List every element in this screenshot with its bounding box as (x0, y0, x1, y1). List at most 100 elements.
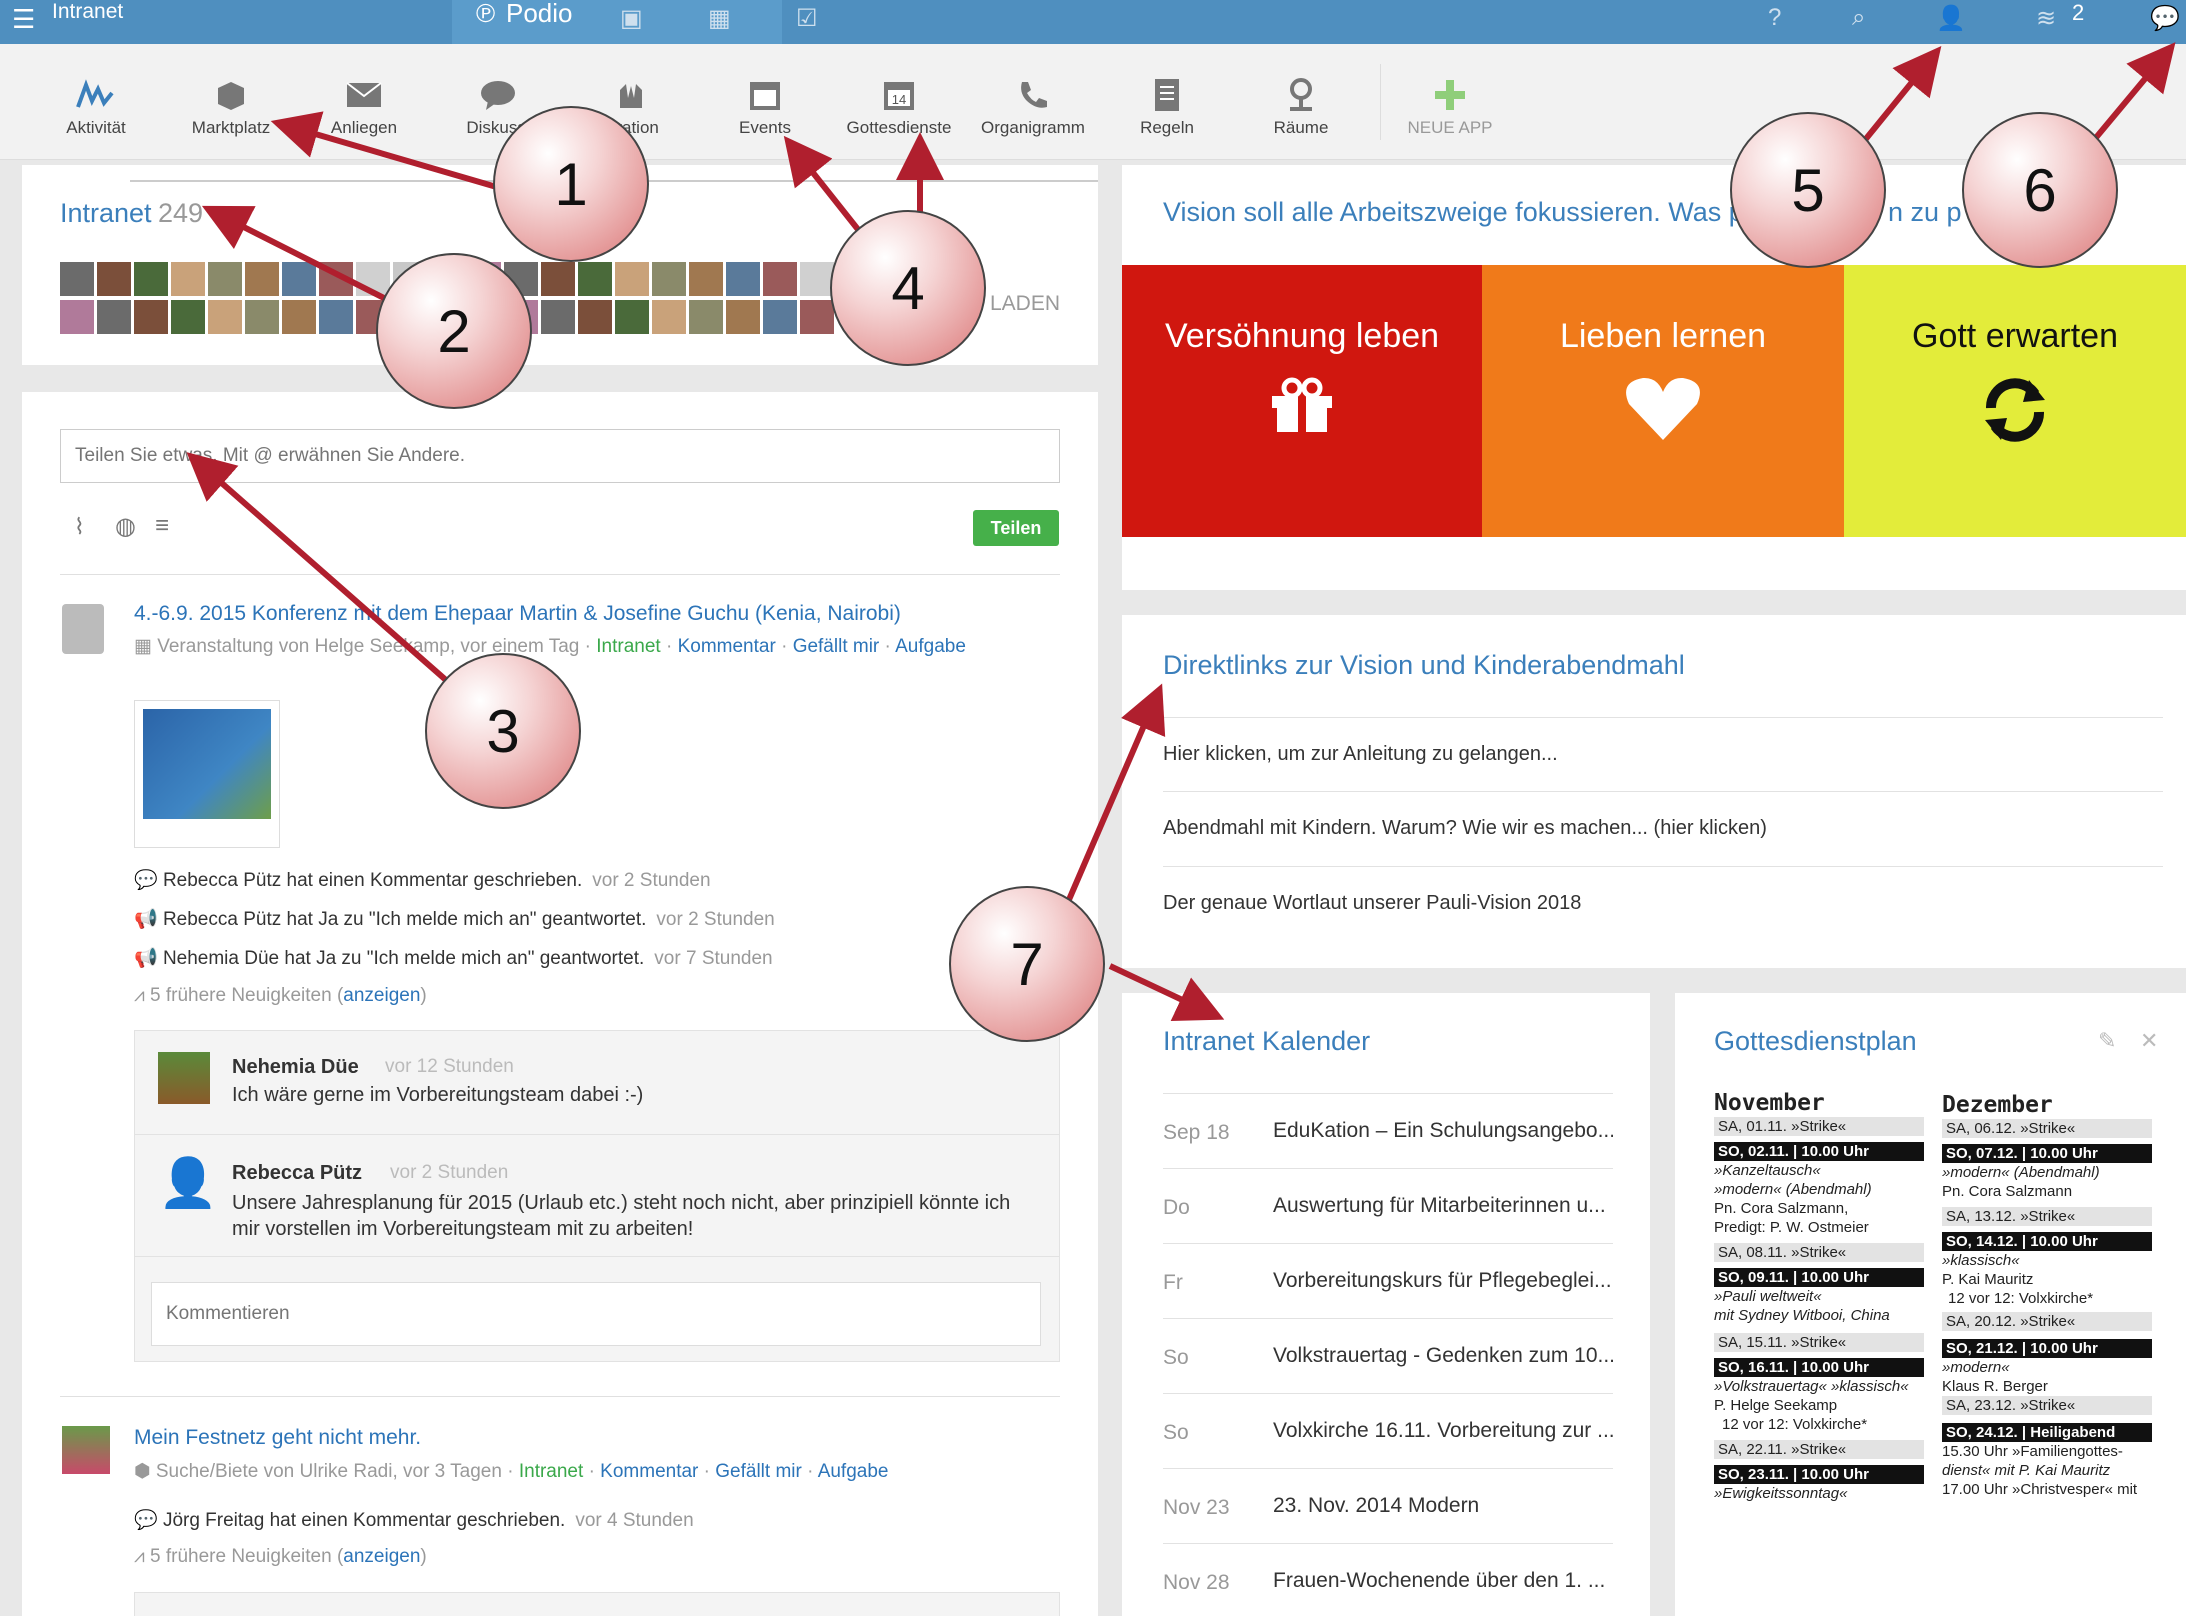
direktlink[interactable]: Hier klicken, um zur Anleitung zu gelang… (1163, 743, 1558, 766)
author-avatar[interactable] (62, 1426, 110, 1474)
app-aktivitaet[interactable]: Aktivität (36, 72, 156, 138)
member-avatar[interactable] (245, 300, 279, 334)
members-title[interactable]: Intranet (60, 198, 152, 229)
like-link[interactable]: Gefällt mir (715, 1461, 802, 1482)
calendar-event[interactable]: Do Auswertung für Mitarbeiterinnen u... (1163, 1169, 1613, 1244)
event-title[interactable]: Vorbereitungskurs für Pflegebeglei... (1273, 1269, 1613, 1293)
author-avatar[interactable] (62, 604, 104, 654)
member-avatar[interactable] (689, 300, 723, 334)
post-title[interactable]: 4.-6.9. 2015 Konferenz mit dem Ehepaar M… (134, 602, 901, 626)
member-avatar[interactable] (763, 300, 797, 334)
comment-input[interactable] (151, 1282, 1041, 1346)
event-title[interactable]: Auswertung für Mitarbeiterinnen u... (1273, 1194, 1613, 1218)
member-avatar[interactable] (652, 300, 686, 334)
member-avatar[interactable] (541, 262, 575, 296)
member-avatar[interactable] (171, 300, 205, 334)
app-events[interactable]: Events (705, 72, 825, 138)
calendar-event[interactable]: So Volxkirche 16.11. Vorbereitung zur ... (1163, 1394, 1613, 1469)
share-input[interactable] (60, 429, 1060, 483)
event-title[interactable]: Volxkirche 16.11. Vorbereitung zur ... (1273, 1419, 1613, 1443)
calendar-event[interactable]: Nov 28 Frauen-Wochenende über den 1. ... (1163, 1544, 1613, 1616)
app-marktplatz[interactable]: Marktplatz (171, 72, 291, 138)
member-avatar[interactable] (689, 262, 723, 296)
comment-link[interactable]: Kommentar (600, 1461, 698, 1482)
direktlink[interactable]: Der genaue Wortlaut unserer Pauli-Vision… (1163, 892, 1581, 915)
direktlinks-title[interactable]: Direktlinks zur Vision und Kinderabendma… (1163, 650, 1685, 681)
load-more-link[interactable]: LADEN (990, 292, 1060, 316)
tasks-icon[interactable]: ☑ (796, 4, 818, 33)
member-avatar[interactable] (800, 262, 834, 296)
event-title[interactable]: 23. Nov. 2014 Modern (1273, 1494, 1613, 1518)
comment-link[interactable]: Kommentar (678, 636, 776, 657)
member-avatar[interactable] (726, 262, 760, 296)
member-avatar[interactable] (319, 300, 353, 334)
event-title[interactable]: EduKation – Ein Schulungsangebo... (1273, 1119, 1613, 1143)
like-link[interactable]: Gefällt mir (793, 636, 880, 657)
space-link[interactable]: Intranet (596, 636, 660, 657)
brand-name[interactable]: Podio (506, 0, 573, 29)
event-title[interactable]: Frauen-Wochenende über den 1. ... (1273, 1569, 1613, 1593)
app-organigramm[interactable]: Organigramm (973, 72, 1093, 138)
member-avatar[interactable] (726, 300, 760, 334)
member-avatar[interactable] (615, 262, 649, 296)
menu-icon[interactable]: ☰ (12, 4, 35, 35)
calendar-event[interactable]: Sep 18 EduKation – Ein Schulungsangebo... (1163, 1094, 1613, 1169)
close-icon[interactable]: ✕ (2140, 1028, 2158, 1054)
show-earlier-link[interactable]: anzeigen (343, 985, 420, 1006)
search-icon[interactable]: ⌕ (1852, 4, 1865, 32)
calendar-event[interactable]: Nov 23 23. Nov. 2014 Modern (1163, 1469, 1613, 1544)
member-avatar[interactable] (60, 300, 94, 334)
comment-author[interactable]: Rebecca Pütz (232, 1162, 362, 1185)
workspace-name[interactable]: Intranet (52, 0, 123, 24)
app-raeume[interactable]: Räume (1241, 72, 1361, 138)
tile-versoehnung[interactable]: Versöhnung leben (1122, 265, 1482, 537)
attachment-icon[interactable]: ⌇ (74, 514, 85, 540)
member-avatar[interactable] (615, 300, 649, 334)
tile-lieben[interactable]: Lieben lernen (1482, 265, 1844, 537)
format-text-icon[interactable]: ≡ (155, 512, 169, 540)
member-avatar[interactable] (800, 300, 834, 334)
podio-logo-icon[interactable]: ℗ (476, 0, 495, 29)
space-link[interactable]: Intranet (519, 1461, 583, 1482)
member-avatar[interactable] (134, 300, 168, 334)
member-avatar[interactable] (763, 262, 797, 296)
chat-icon[interactable]: 💬 (2150, 4, 2180, 33)
member-avatar[interactable] (171, 262, 205, 296)
event-title[interactable]: Volkstrauertag - Gedenken zum 10... (1273, 1344, 1613, 1368)
comment-author[interactable]: Nehemia Düe (232, 1056, 359, 1079)
app-anliegen[interactable]: Anliegen (304, 72, 424, 138)
notification-count[interactable]: 2 (2072, 0, 2084, 26)
attachment-thumbnail[interactable] (134, 700, 280, 848)
member-avatar[interactable] (60, 262, 94, 296)
tile-gott-erwarten[interactable]: Gott erwarten (1844, 265, 2186, 537)
comment-avatar[interactable] (158, 1052, 210, 1104)
direktlink[interactable]: Abendmahl mit Kindern. Warum? Wie wir es… (1163, 817, 1767, 840)
app-gottesdienste[interactable]: 14 Gottesdienste (839, 72, 959, 138)
member-avatar[interactable] (97, 300, 131, 334)
help-icon[interactable]: ? (1768, 4, 1781, 32)
member-avatar[interactable] (652, 262, 686, 296)
member-avatar[interactable] (134, 262, 168, 296)
member-avatar[interactable] (282, 262, 316, 296)
task-link[interactable]: Aufgabe (895, 636, 966, 657)
app-regeln[interactable]: Regeln (1107, 72, 1227, 138)
task-link[interactable]: Aufgabe (818, 1461, 889, 1482)
notifications-icon[interactable]: ≋ (2036, 4, 2056, 33)
app-new[interactable]: NEUE APP (1390, 72, 1510, 138)
share-button[interactable]: Teilen (973, 510, 1059, 546)
member-avatar[interactable] (578, 262, 612, 296)
member-avatar[interactable] (245, 262, 279, 296)
member-avatar[interactable] (208, 300, 242, 334)
globe-icon[interactable]: ◍ (115, 512, 136, 541)
member-avatar[interactable] (356, 262, 390, 296)
member-avatar[interactable] (578, 300, 612, 334)
show-earlier-link[interactable]: anzeigen (343, 1546, 420, 1567)
edit-icon[interactable]: ✎ (2098, 1028, 2116, 1054)
post-title[interactable]: Mein Festnetz geht nicht mehr. (134, 1426, 421, 1450)
kalender-title[interactable]: Intranet Kalender (1163, 1026, 1370, 1057)
member-avatar[interactable] (541, 300, 575, 334)
calendar-event[interactable]: So Volkstrauertag - Gedenken zum 10... (1163, 1319, 1613, 1394)
default-avatar-icon[interactable]: 👤 (158, 1158, 218, 1210)
profile-icon[interactable]: 👤 (1936, 4, 1966, 33)
calendar-icon[interactable]: ▦ (708, 4, 731, 33)
